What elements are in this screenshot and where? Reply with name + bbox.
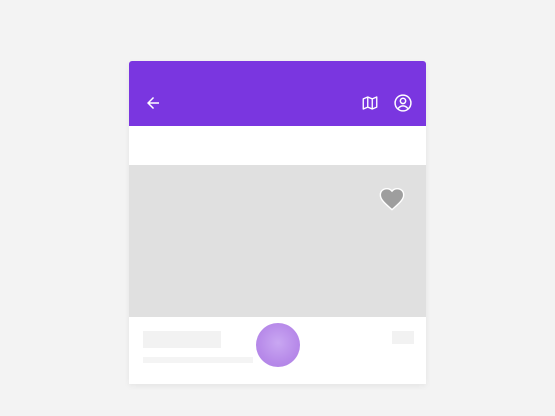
back-button[interactable] <box>141 91 165 115</box>
heart-icon <box>379 187 405 211</box>
app-bar <box>129 61 426 126</box>
subtitle-skeleton <box>143 357 253 363</box>
stage <box>0 0 555 416</box>
sub-header <box>129 126 426 165</box>
account-circle-icon <box>394 94 412 112</box>
account-button[interactable] <box>391 91 415 115</box>
favorite-button[interactable] <box>378 185 406 211</box>
fab-button[interactable] <box>256 323 300 367</box>
map-button[interactable] <box>358 91 382 115</box>
arrow-left-icon <box>147 97 159 109</box>
meta-skeleton <box>392 331 414 344</box>
title-skeleton <box>143 331 221 348</box>
map-icon <box>362 96 378 110</box>
